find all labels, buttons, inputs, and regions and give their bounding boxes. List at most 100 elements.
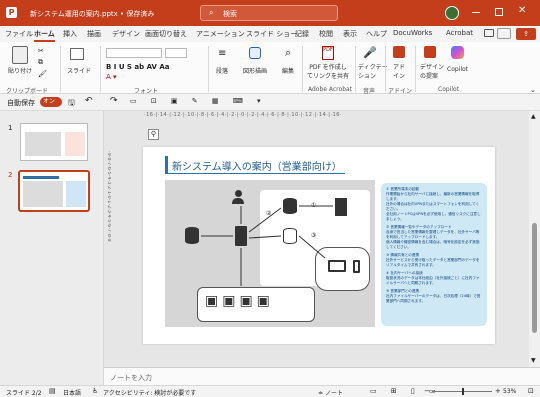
thumbnail-diagram [23,181,63,207]
fit-slide-icon[interactable]: ⊡ [528,387,534,395]
tab-record[interactable]: 記録 [295,29,309,39]
font-size-box[interactable] [165,48,187,58]
ribbon-tabs: ファイル ホーム 挿入 描画 デザイン 画面切り替え アニメーション スライド … [0,26,540,42]
description-item-1: ① 営業所端末の起動 作業開始から社内サーバに接続し、最新の営業情報を取得します… [386,187,481,221]
copilot-label[interactable]: Copilot [447,66,468,73]
notes-pane[interactable]: ノートを入力 [104,367,540,385]
dictation-label[interactable]: ディクテー ション [358,62,388,80]
description-panel: ① 営業所端末の起動 作業開始から社内サーバに接続し、最新の営業情報を取得します… [381,183,487,326]
shapes-icon[interactable] [249,47,261,59]
ribbon-separator [60,46,61,92]
view-buttons[interactable]: ▭ ⊞ ▯ ▭ [370,387,442,395]
addins-label[interactable]: アド イン [393,62,405,80]
window-title: 新システム運用の案内.pptx • 保存済み [30,10,155,18]
minimize-icon[interactable] [472,12,480,13]
copilot-icon[interactable] [451,46,464,59]
paste-label[interactable]: 貼り付け [8,66,32,75]
new-slide-icon[interactable] [70,48,84,60]
description-item-5: ⑤ 営業部門との連携 社内ファイルサーバーのデータは、日次処理（24時）で営業部… [386,289,481,303]
designer-label[interactable]: デザイン の提案 [420,62,444,80]
search-icon[interactable]: ⌕ [285,46,291,60]
tab-home[interactable]: ホーム [34,29,55,42]
accessibility-icon[interactable]: ♿ [92,387,98,395]
font-style-buttons[interactable]: B I U S ab AV Aa [106,63,170,71]
toolbar-icons[interactable]: ▭ ⊡ ▣ ✎ ▦ ⌨ ▾ [130,97,267,105]
autosave-toggle[interactable]: オン [40,97,62,107]
description-item-2: ② 営業情報一覧やデータのアップロード 自身で担当した営業情報を整理しデータを、… [386,225,480,249]
tab-insert[interactable]: 挿入 [63,29,77,39]
notes-toggle-label: ノート [324,390,343,397]
group-copilot: Copilot [438,86,460,93]
tab-review[interactable]: 校閲 [319,29,333,39]
accessibility-status[interactable]: アクセシビリティ: 検討が必要です [103,388,196,397]
system-diagram: ▣▣▣▣ ① ② ③ [165,180,375,327]
tab-file[interactable]: ファイル [5,29,33,39]
zoom-out-icon[interactable]: − [424,387,430,395]
spellcheck-icon[interactable]: ▤ [49,387,56,395]
draw-shapes-label[interactable]: 図形描画 [243,66,267,75]
scroll-up-icon[interactable]: ▲ [531,113,536,120]
chevron-down-icon[interactable]: ⌄ [141,8,147,16]
tab-transitions[interactable]: 画面切り替え [145,29,187,39]
slide[interactable]: 新システム導入の案内（営業部向け） ▣▣▣▣ ① ② ③ [143,147,495,344]
tab-acrobat[interactable]: Acrobat [446,29,473,37]
font-name-box[interactable] [106,48,162,58]
new-slide-label[interactable]: スライド [67,66,91,75]
slide-counter: スライド 2/2 [6,390,42,397]
font-color-icon[interactable]: A ▾ [106,73,117,81]
notes-toggle[interactable]: ≐ ノート [318,388,343,397]
pdf-icon[interactable]: PDF [322,46,334,60]
record-icon[interactable] [497,28,511,39]
undo-icon[interactable]: ↶ [85,96,93,106]
paragraph-icon[interactable]: ≡ [218,48,226,59]
slide-canvas: ·16·|·14·|·12·|·10·|·8·|·6·|·4·|·2·|·0·|… [104,111,529,367]
close-icon[interactable]: ✕ [518,5,526,16]
format-painter-icon[interactable]: 🖌 [38,70,47,78]
slide-thumbnail-2[interactable] [18,170,90,212]
addins-icon[interactable] [393,46,405,58]
zoom-slider-thumb[interactable] [462,388,464,395]
tab-slideshow[interactable]: スライド ショー [246,29,297,39]
search-icon: ⌕ [209,8,214,17]
tab-design[interactable]: デザイン [112,29,140,39]
designer-icon[interactable] [424,46,436,58]
tab-help[interactable]: ヘルプ [366,29,387,39]
chevron-down-icon[interactable]: ⌄ [530,86,536,94]
ribbon-separator [100,46,101,92]
quick-access-toolbar: 自動保存 オン 🖫 ↶ ↷ ▭ ⊡ ▣ ✎ ▦ ⌨ ▾ [0,94,540,111]
thumbnail-title-bar [23,176,59,179]
share-button[interactable]: ⇪ [516,28,536,40]
redo-icon[interactable]: ↷ [110,96,118,106]
save-icon[interactable]: 🖫 [68,97,75,111]
scroll-down-icon[interactable]: ▼ [531,357,536,364]
comment-icon[interactable] [484,29,494,37]
ribbon-separator [415,46,416,92]
language-status[interactable]: 日本語 [63,388,81,397]
title-accent-bar [165,156,168,173]
zoom-slider[interactable] [432,388,492,395]
scrollbar-thumb[interactable] [532,223,537,333]
avatar[interactable] [445,6,459,20]
maximize-icon[interactable] [495,8,503,16]
copy-icon[interactable]: ⧉ [38,58,43,67]
pdf-share-label[interactable]: PDF を作成し てリンクを共有 [307,62,349,80]
thumbnail-diagram [25,132,61,156]
paste-icon[interactable] [12,46,28,64]
zoom-level[interactable]: 53% [503,388,516,395]
thumbnail-number: 2 [8,171,13,179]
tab-animations[interactable]: アニメーション [196,29,245,39]
zoom-in-icon[interactable]: + [495,387,501,395]
editing-label[interactable]: 編集 [282,66,294,75]
tab-view[interactable]: 表示 [343,29,357,39]
slide-thumbnail-1[interactable] [20,123,88,161]
cut-icon[interactable]: ✂ [38,47,44,55]
search-box[interactable]: ⌕ 検索 [200,5,338,21]
microphone-icon[interactable]: 🎤 [363,46,377,59]
title-underline [165,173,345,174]
paragraph-label[interactable]: 段落 [216,66,228,75]
vertical-scrollbar[interactable]: ▲ ▼ [529,111,540,367]
accessibility-icon[interactable]: ⚲ [148,129,159,140]
tab-docuworks[interactable]: DocuWorks [393,29,432,37]
slide-title: 新システム導入の案内（営業部向け） [172,162,342,173]
tab-draw[interactable]: 描画 [87,29,101,39]
